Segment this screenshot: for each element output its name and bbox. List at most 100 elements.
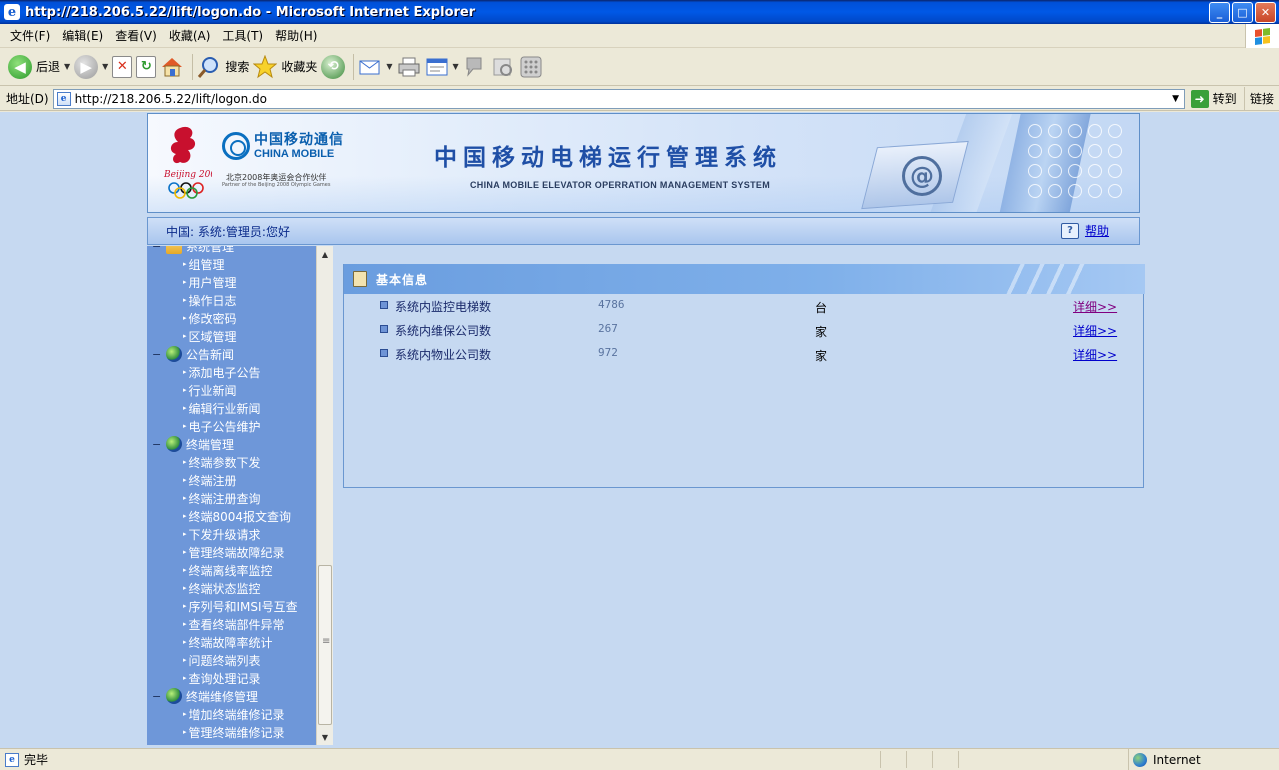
menu-favorites[interactable]: 收藏(A) (163, 25, 217, 47)
sidebar-group[interactable]: − 系统管理 (147, 246, 315, 255)
sidebar-item[interactable]: ▸ 区域管理 (147, 327, 315, 345)
research-button[interactable] (491, 51, 515, 83)
sidebar-item[interactable]: ▸ 编辑行业新闻 (147, 399, 315, 417)
sidebar-group[interactable]: − 公告新闻 (147, 345, 315, 363)
help-icon[interactable]: ? (1060, 222, 1079, 239)
address-bar: 地址(D) e http://218.206.5.22/lift/logon.d… (0, 87, 1279, 111)
help-link-group[interactable]: ? 帮助 (1060, 222, 1109, 239)
sidebar-item[interactable]: ▸ 组管理 (147, 255, 315, 273)
stop-button[interactable]: ✕ (112, 51, 133, 83)
sidebar-item[interactable]: ▸ 操作日志 (147, 291, 315, 309)
bullet-icon: ▸ (183, 404, 187, 412)
history-button[interactable]: ⟲ (321, 51, 346, 83)
security-zone: Internet (1128, 749, 1201, 770)
bullet-icon (380, 325, 388, 333)
detail-link[interactable]: 详细>> (1073, 298, 1117, 315)
edit-dropdown-icon[interactable]: ▼ (453, 62, 459, 71)
page-icon: e (56, 91, 71, 106)
menu-tools[interactable]: 工具(T) (216, 25, 269, 47)
sidebar-item[interactable]: ▸ 添加电子公告 (147, 363, 315, 381)
sidebar-item[interactable]: ▸ 增加终端维修记录 (147, 705, 315, 723)
star-icon (253, 54, 278, 79)
address-url[interactable]: http://218.206.5.22/lift/logon.do (75, 92, 267, 106)
favorites-button[interactable]: 收藏夹 (253, 51, 317, 83)
bullet-icon: ▸ (183, 476, 187, 484)
collapse-icon[interactable]: − (152, 438, 162, 451)
mail-button[interactable]: ▼ (358, 51, 393, 83)
printer-icon (397, 55, 421, 79)
detail-link[interactable]: 详细>> (1073, 346, 1117, 363)
sidebar-item[interactable]: ▸ 终端故障率统计 (147, 633, 315, 651)
address-label: 地址(D) (6, 92, 49, 106)
maximize-button[interactable]: □ (1232, 2, 1253, 23)
address-dropdown-icon[interactable]: ▼ (1168, 90, 1184, 108)
collapse-icon[interactable]: − (152, 246, 162, 253)
info-row-name: 系统内物业公司数 (395, 348, 492, 362)
menu-file[interactable]: 文件(F) (4, 25, 56, 47)
sidebar-item[interactable]: ▸ 下发升级请求 (147, 525, 315, 543)
mail-dropdown-icon[interactable]: ▼ (386, 62, 392, 71)
menu-help[interactable]: 帮助(H) (269, 25, 323, 47)
sidebar-group[interactable]: − 终端维修管理 (147, 687, 315, 705)
edit-button[interactable]: ▼ (425, 51, 459, 83)
sidebar-scrollbar[interactable]: ▲ ▼ (316, 246, 333, 745)
links-button[interactable]: 链接 (1243, 87, 1279, 110)
page-viewport: Beijing 2008 中国移动通信 CHINA MOBILE 北京2008年… (0, 112, 1279, 748)
sidebar-item[interactable]: ▸ 终端离线率监控 (147, 561, 315, 579)
bullet-icon (380, 301, 388, 309)
messenger-icon (519, 55, 543, 79)
forward-dropdown-icon[interactable]: ▼ (102, 62, 108, 71)
refresh-button[interactable]: ↻ (136, 51, 157, 83)
sidebar-item[interactable]: ▸ 终端8004报文查询 (147, 507, 315, 525)
go-button[interactable]: ➜ 转到 (1190, 89, 1237, 108)
sidebar-item-label: 下发升级请求 (188, 527, 261, 542)
minimize-button[interactable]: _ (1209, 2, 1230, 23)
sidebar-item[interactable]: ▸ 修改密码 (147, 309, 315, 327)
sidebar-item[interactable]: ▸ 问题终端列表 (147, 651, 315, 669)
search-button[interactable]: 搜索 (197, 51, 249, 83)
sidebar-item[interactable]: ▸ 管理终端故障纪录 (147, 543, 315, 561)
scroll-thumb[interactable] (318, 565, 332, 725)
sidebar-item[interactable]: ▸ 用户管理 (147, 273, 315, 291)
print-button[interactable] (397, 51, 421, 83)
collapse-icon[interactable]: − (152, 690, 162, 703)
home-button[interactable] (160, 51, 184, 83)
scroll-down-icon[interactable]: ▼ (317, 729, 333, 745)
sidebar-item[interactable]: ▸ 行业新闻 (147, 381, 315, 399)
sidebar-item[interactable]: ▸ 电子公告维护 (147, 417, 315, 435)
messenger-button[interactable] (519, 51, 543, 83)
sidebar-item[interactable]: ▸ 查询处理记录 (147, 669, 315, 687)
sidebar-item-label: 组管理 (188, 257, 225, 272)
forward-button[interactable]: ▶ ▼ (74, 51, 108, 83)
sidebar-item[interactable]: ▸ 查看终端部件异常 (147, 615, 315, 633)
menu-edit[interactable]: 编辑(E) (56, 25, 109, 47)
globe-icon (166, 688, 182, 704)
sidebar-group[interactable]: − 终端管理 (147, 435, 315, 453)
sidebar-item-label: 系统管理 (186, 246, 235, 254)
globe-icon (166, 436, 182, 452)
sidebar-item[interactable]: ▸ 管理终端维修记录 (147, 723, 315, 741)
sidebar-item[interactable]: ▸ 终端参数下发 (147, 453, 315, 471)
bullet-icon: ▸ (183, 296, 187, 304)
back-dropdown-icon[interactable]: ▼ (64, 62, 70, 71)
close-button[interactable]: ✕ (1255, 2, 1276, 23)
discuss-icon (463, 55, 487, 79)
mail-icon (358, 55, 382, 79)
collapse-icon[interactable]: − (152, 348, 162, 361)
back-button[interactable]: ◀ 后退 ▼ (8, 51, 70, 83)
menu-view[interactable]: 查看(V) (109, 25, 163, 47)
china-mobile-logo: 中国移动通信 CHINA MOBILE (222, 132, 344, 160)
sidebar-item[interactable]: ▸ 终端注册查询 (147, 489, 315, 507)
status-bar: e 完毕 Internet (0, 748, 1279, 770)
help-link[interactable]: 帮助 (1085, 222, 1109, 239)
detail-link[interactable]: 详细>> (1073, 322, 1117, 339)
address-input[interactable]: e http://218.206.5.22/lift/logon.do ▼ (52, 88, 1185, 109)
bullet-icon: ▸ (183, 530, 187, 538)
sidebar-item[interactable]: ▸ 终端注册 (147, 471, 315, 489)
scroll-up-icon[interactable]: ▲ (317, 246, 333, 262)
sidebar-item[interactable]: ▸ 序列号和IMSI号互查 (147, 597, 315, 615)
sidebar-item-label: 操作日志 (188, 293, 237, 308)
discuss-button[interactable] (463, 51, 487, 83)
sidebar-item[interactable]: ▸ 终端状态监控 (147, 579, 315, 597)
bullet-icon: ▸ (183, 602, 187, 610)
